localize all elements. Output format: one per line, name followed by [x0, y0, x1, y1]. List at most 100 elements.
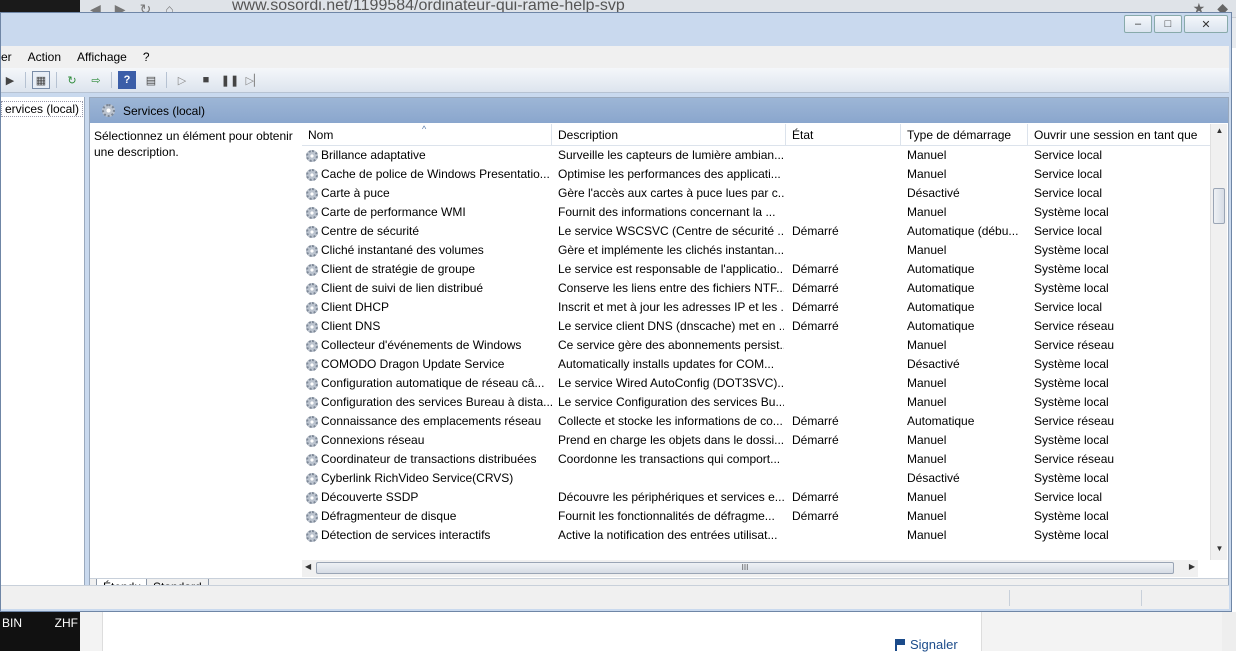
start-service-icon[interactable]: ▷	[173, 71, 191, 89]
table-row[interactable]: Coordinateur de transactions distribuées…	[302, 450, 1210, 469]
table-row[interactable]: Découverte SSDP Découvre les périphérique…	[302, 488, 1210, 507]
close-button[interactable]: ✕	[1184, 15, 1228, 33]
menu-view[interactable]: Affichage	[69, 50, 135, 64]
service-name: Connaissance des emplacements réseau	[321, 414, 542, 428]
forward-icon[interactable]: ▶	[1, 71, 19, 89]
help-icon[interactable]: ?	[118, 71, 136, 89]
table-row[interactable]: Brillance adaptative Surveille les capteu…	[302, 146, 1210, 165]
taskbar-item-zhf[interactable]: ZHF	[55, 616, 78, 647]
table-row[interactable]: Client de suivi de lien distribué Conserv…	[302, 279, 1210, 298]
properties-icon[interactable]: ▤	[142, 71, 160, 89]
status-separator	[1141, 590, 1142, 606]
taskbar: BIN ZHF	[0, 612, 80, 651]
table-row[interactable]: Détection de services interactifs Active …	[302, 526, 1210, 545]
service-log-on-as: Service local	[1034, 186, 1103, 200]
service-startup-type: Manuel	[907, 243, 947, 257]
scroll-up-icon[interactable]: ▲	[1211, 126, 1228, 140]
table-row[interactable]: Client de stratégie de groupe Le service …	[302, 260, 1210, 279]
restart-service-icon[interactable]: ▷▏	[245, 71, 263, 89]
service-name-cell: Coordinateur de transactions distribuées	[306, 450, 552, 469]
service-startup-type: Désactivé	[907, 186, 960, 200]
service-state	[792, 450, 898, 469]
service-description: Le service Configuration des services Bu…	[558, 395, 784, 409]
tree-node-services-local[interactable]: ervices (local)	[1, 101, 84, 117]
menu-action[interactable]: Action	[20, 50, 69, 64]
vertical-scroll-thumb[interactable]	[1213, 188, 1225, 224]
minimize-button[interactable]: –	[1124, 15, 1152, 33]
report-link[interactable]: Signaler	[895, 637, 958, 652]
table-row[interactable]: COMODO Dragon Update Service Automaticall…	[302, 355, 1210, 374]
scroll-right-icon[interactable]: ▶	[1189, 562, 1195, 571]
service-name: Découverte SSDP	[321, 490, 419, 504]
pause-service-icon[interactable]: ❚❚	[221, 71, 239, 89]
taskbar-item-bin[interactable]: BIN	[2, 616, 22, 647]
table-row[interactable]: Centre de sécurité Le service WSCSVC (Cen…	[302, 222, 1210, 241]
service-log-on-as: Service local	[1034, 167, 1103, 181]
service-startup-type: Automatique	[907, 262, 975, 276]
service-log-on-as: Système local	[1034, 262, 1109, 276]
export-list-icon[interactable]: ⇨	[87, 71, 105, 89]
table-row[interactable]: Connaissance des emplacements réseau Coll…	[302, 412, 1210, 431]
service-gear-icon	[306, 415, 318, 428]
scroll-down-icon[interactable]: ▼	[1211, 544, 1228, 558]
service-name-cell: Client de suivi de lien distribué	[306, 279, 552, 298]
table-row[interactable]: Carte à puce Gère l'accès aux cartes à pu…	[302, 184, 1210, 203]
window-controls: – □ ✕	[1124, 15, 1228, 33]
refresh-icon[interactable]: ↻	[63, 71, 81, 89]
service-description: Surveille les capteurs de lumière ambian…	[558, 148, 784, 162]
column-header-name[interactable]: ^ Nom	[302, 124, 552, 146]
vertical-scrollbar[interactable]: ▲ ▼	[1210, 124, 1227, 560]
service-startup-type: Manuel	[907, 452, 947, 466]
service-name: COMODO Dragon Update Service	[321, 357, 505, 371]
service-description: Inscrit et met à jour les adresses IP et…	[558, 300, 784, 314]
service-state: Démarré	[792, 262, 839, 276]
table-row[interactable]: Carte de performance WMI Fournit des info…	[302, 203, 1210, 222]
table-row[interactable]: Collecteur d'événements de Windows Ce ser…	[302, 336, 1210, 355]
scroll-left-icon[interactable]: ◀	[305, 562, 311, 571]
service-startup-type: Manuel	[907, 395, 947, 409]
table-row[interactable]: Configuration des services Bureau à dist…	[302, 393, 1210, 412]
service-startup-type: Manuel	[907, 148, 947, 162]
table-row[interactable]: Cyberlink RichVideo Service(CRVS) Désacti…	[302, 469, 1210, 488]
menu-bar: er Action Affichage ?	[1, 46, 1229, 68]
service-state: Démarré	[792, 490, 839, 504]
service-log-on-as: Service réseau	[1034, 319, 1115, 333]
column-header-startup-type[interactable]: Type de démarrage	[901, 124, 1028, 146]
menu-file[interactable]: er	[1, 50, 20, 64]
table-row[interactable]: Client DNS Le service client DNS (dnscach…	[302, 317, 1210, 336]
service-state	[792, 526, 898, 545]
table-row[interactable]: Cache de police de Windows Presentatio..…	[302, 165, 1210, 184]
service-state: Démarré	[792, 414, 839, 428]
service-log-on-as: Système local	[1034, 433, 1109, 447]
service-gear-icon	[306, 453, 318, 466]
menu-help[interactable]: ?	[135, 50, 158, 64]
service-startup-type: Automatique	[907, 300, 975, 314]
service-log-on-as: Système local	[1034, 509, 1109, 523]
page-scrollbar[interactable]	[1222, 612, 1236, 651]
maximize-button[interactable]: □	[1154, 15, 1182, 33]
console-tree: ervices (local)	[1, 97, 85, 601]
stop-service-icon[interactable]: ■	[197, 71, 215, 89]
status-bar	[1, 585, 1229, 609]
table-row[interactable]: Défragmenteur de disque Fournit les fonct…	[302, 507, 1210, 526]
table-row[interactable]: Client DHCP Inscrit et met à jour les adr…	[302, 298, 1210, 317]
service-description: Gère et implémente les clichés instantan…	[558, 243, 784, 257]
horizontal-scrollbar[interactable]: ◀ III ▶	[302, 560, 1198, 577]
column-header-state[interactable]: État	[786, 124, 901, 146]
service-log-on-as: Service local	[1034, 490, 1103, 504]
service-description: Optimise les performances des applicati.…	[558, 167, 781, 181]
service-description: Le service est responsable de l'applicat…	[558, 262, 784, 276]
service-startup-type: Désactivé	[907, 471, 960, 485]
column-header-description[interactable]: Description	[552, 124, 786, 146]
services-pane: Services (local) Sélectionnez un élément…	[89, 97, 1229, 601]
column-header-log-on-as[interactable]: Ouvrir une session en tant que	[1028, 124, 1210, 146]
service-name: Client de suivi de lien distribué	[321, 281, 484, 295]
table-row[interactable]: Connexions réseau Prend en charge les obj…	[302, 431, 1210, 450]
horizontal-scroll-thumb[interactable]: III	[316, 562, 1174, 574]
show-hide-tree-icon[interactable]: ▦	[32, 71, 50, 89]
service-description: Fournit des informations concernant la .…	[558, 205, 776, 219]
report-link-label: Signaler	[910, 637, 958, 652]
table-row[interactable]: Configuration automatique de réseau câ..…	[302, 374, 1210, 393]
table-row[interactable]: Cliché instantané des volumes Gère et imp…	[302, 241, 1210, 260]
service-gear-icon	[306, 510, 318, 523]
